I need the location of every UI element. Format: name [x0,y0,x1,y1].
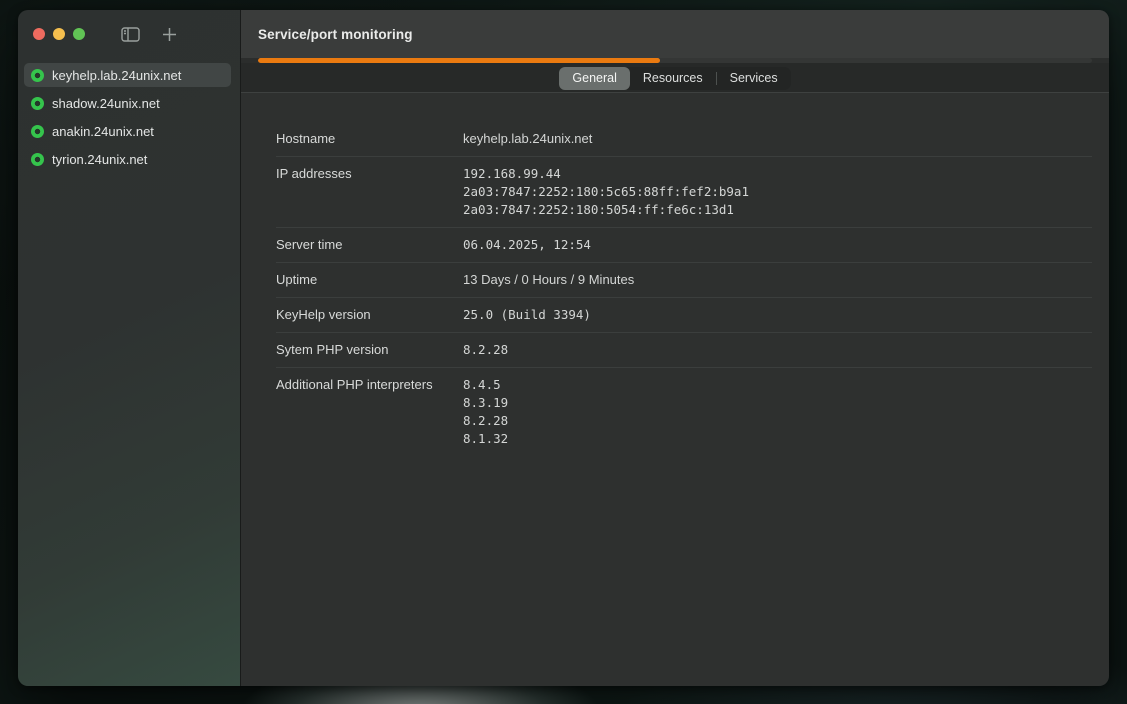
detail-row: IP addresses 192.168.99.442a03:7847:2252… [276,157,1092,228]
detail-value-line: 25.0 (Build 3394) [463,306,591,324]
detail-value: 8.4.58.3.198.2.288.1.32 [463,376,508,448]
detail-label: Sytem PHP version [276,341,463,359]
minimize-button[interactable] [53,28,65,40]
tab-segmented-control: General Resources Services [559,67,790,90]
detail-value: keyhelp.lab.24unix.net [463,130,592,148]
detail-label: Server time [276,236,463,254]
detail-value: 13 Days / 0 Hours / 9 Minutes [463,271,634,289]
detail-label: Hostname [276,130,463,148]
server-label: shadow.24unix.net [52,96,160,111]
details-panel: Hostname keyhelp.lab.24unix.net IP addre… [241,92,1109,686]
zoom-button[interactable] [73,28,85,40]
status-online-icon [31,153,44,166]
detail-label: IP addresses [276,165,463,183]
add-server-icon[interactable] [162,27,177,42]
app-window: keyhelp.lab.24unix.net shadow.24unix.net… [18,10,1109,686]
tab-services[interactable]: Services [717,67,791,90]
sidebar-item-server[interactable]: anakin.24unix.net [24,119,231,143]
sidebar-item-server[interactable]: tyrion.24unix.net [24,147,231,171]
traffic-lights [33,28,85,40]
detail-row: Server time 06.04.2025, 12:54 [276,228,1092,263]
detail-value-line: 2a03:7847:2252:180:5054:ff:fe6c:13d1 [463,201,749,219]
main-panel: Service/port monitoring General Resource… [241,10,1109,686]
detail-value-line: 8.3.19 [463,394,508,412]
page-title: Service/port monitoring [258,27,413,42]
server-label: tyrion.24unix.net [52,152,147,167]
detail-value: 192.168.99.442a03:7847:2252:180:5c65:88f… [463,165,749,219]
sidebar-item-server[interactable]: keyhelp.lab.24unix.net [24,63,231,87]
detail-row: Sytem PHP version 8.2.28 [276,333,1092,368]
status-online-icon [31,125,44,138]
detail-value-line: 8.2.28 [463,341,508,359]
sidebar-item-server[interactable]: shadow.24unix.net [24,91,231,115]
detail-row: KeyHelp version 25.0 (Build 3394) [276,298,1092,333]
desktop-wallpaper: keyhelp.lab.24unix.net shadow.24unix.net… [0,0,1127,704]
server-label: anakin.24unix.net [52,124,154,139]
status-online-icon [31,69,44,82]
server-label: keyhelp.lab.24unix.net [52,68,181,83]
sidebar-titlebar [18,10,240,58]
tab-resources[interactable]: Resources [630,67,716,90]
detail-value: 06.04.2025, 12:54 [463,236,591,254]
detail-row: Additional PHP interpreters 8.4.58.3.198… [276,368,1092,456]
tab-toolbar: General Resources Services [241,63,1109,92]
toggle-sidebar-icon[interactable] [121,27,140,42]
detail-value-line: 8.1.32 [463,430,508,448]
server-list: keyhelp.lab.24unix.net shadow.24unix.net… [24,63,231,171]
detail-label: KeyHelp version [276,306,463,324]
detail-label: Uptime [276,271,463,289]
window-titlebar: Service/port monitoring [241,10,1109,58]
detail-value-line: 192.168.99.44 [463,165,749,183]
detail-value-line: keyhelp.lab.24unix.net [463,130,592,148]
detail-value: 25.0 (Build 3394) [463,306,591,324]
detail-value-line: 2a03:7847:2252:180:5c65:88ff:fef2:b9a1 [463,183,749,201]
detail-row: Uptime 13 Days / 0 Hours / 9 Minutes [276,263,1092,298]
close-button[interactable] [33,28,45,40]
detail-value-line: 06.04.2025, 12:54 [463,236,591,254]
details-rows: Hostname keyhelp.lab.24unix.net IP addre… [276,122,1092,456]
detail-label: Additional PHP interpreters [276,376,463,394]
detail-value: 8.2.28 [463,341,508,359]
detail-value-line: 13 Days / 0 Hours / 9 Minutes [463,271,634,289]
tab-general[interactable]: General [559,67,629,90]
status-online-icon [31,97,44,110]
detail-value-line: 8.4.5 [463,376,508,394]
detail-value-line: 8.2.28 [463,412,508,430]
sidebar: keyhelp.lab.24unix.net shadow.24unix.net… [18,10,241,686]
detail-row: Hostname keyhelp.lab.24unix.net [276,122,1092,157]
